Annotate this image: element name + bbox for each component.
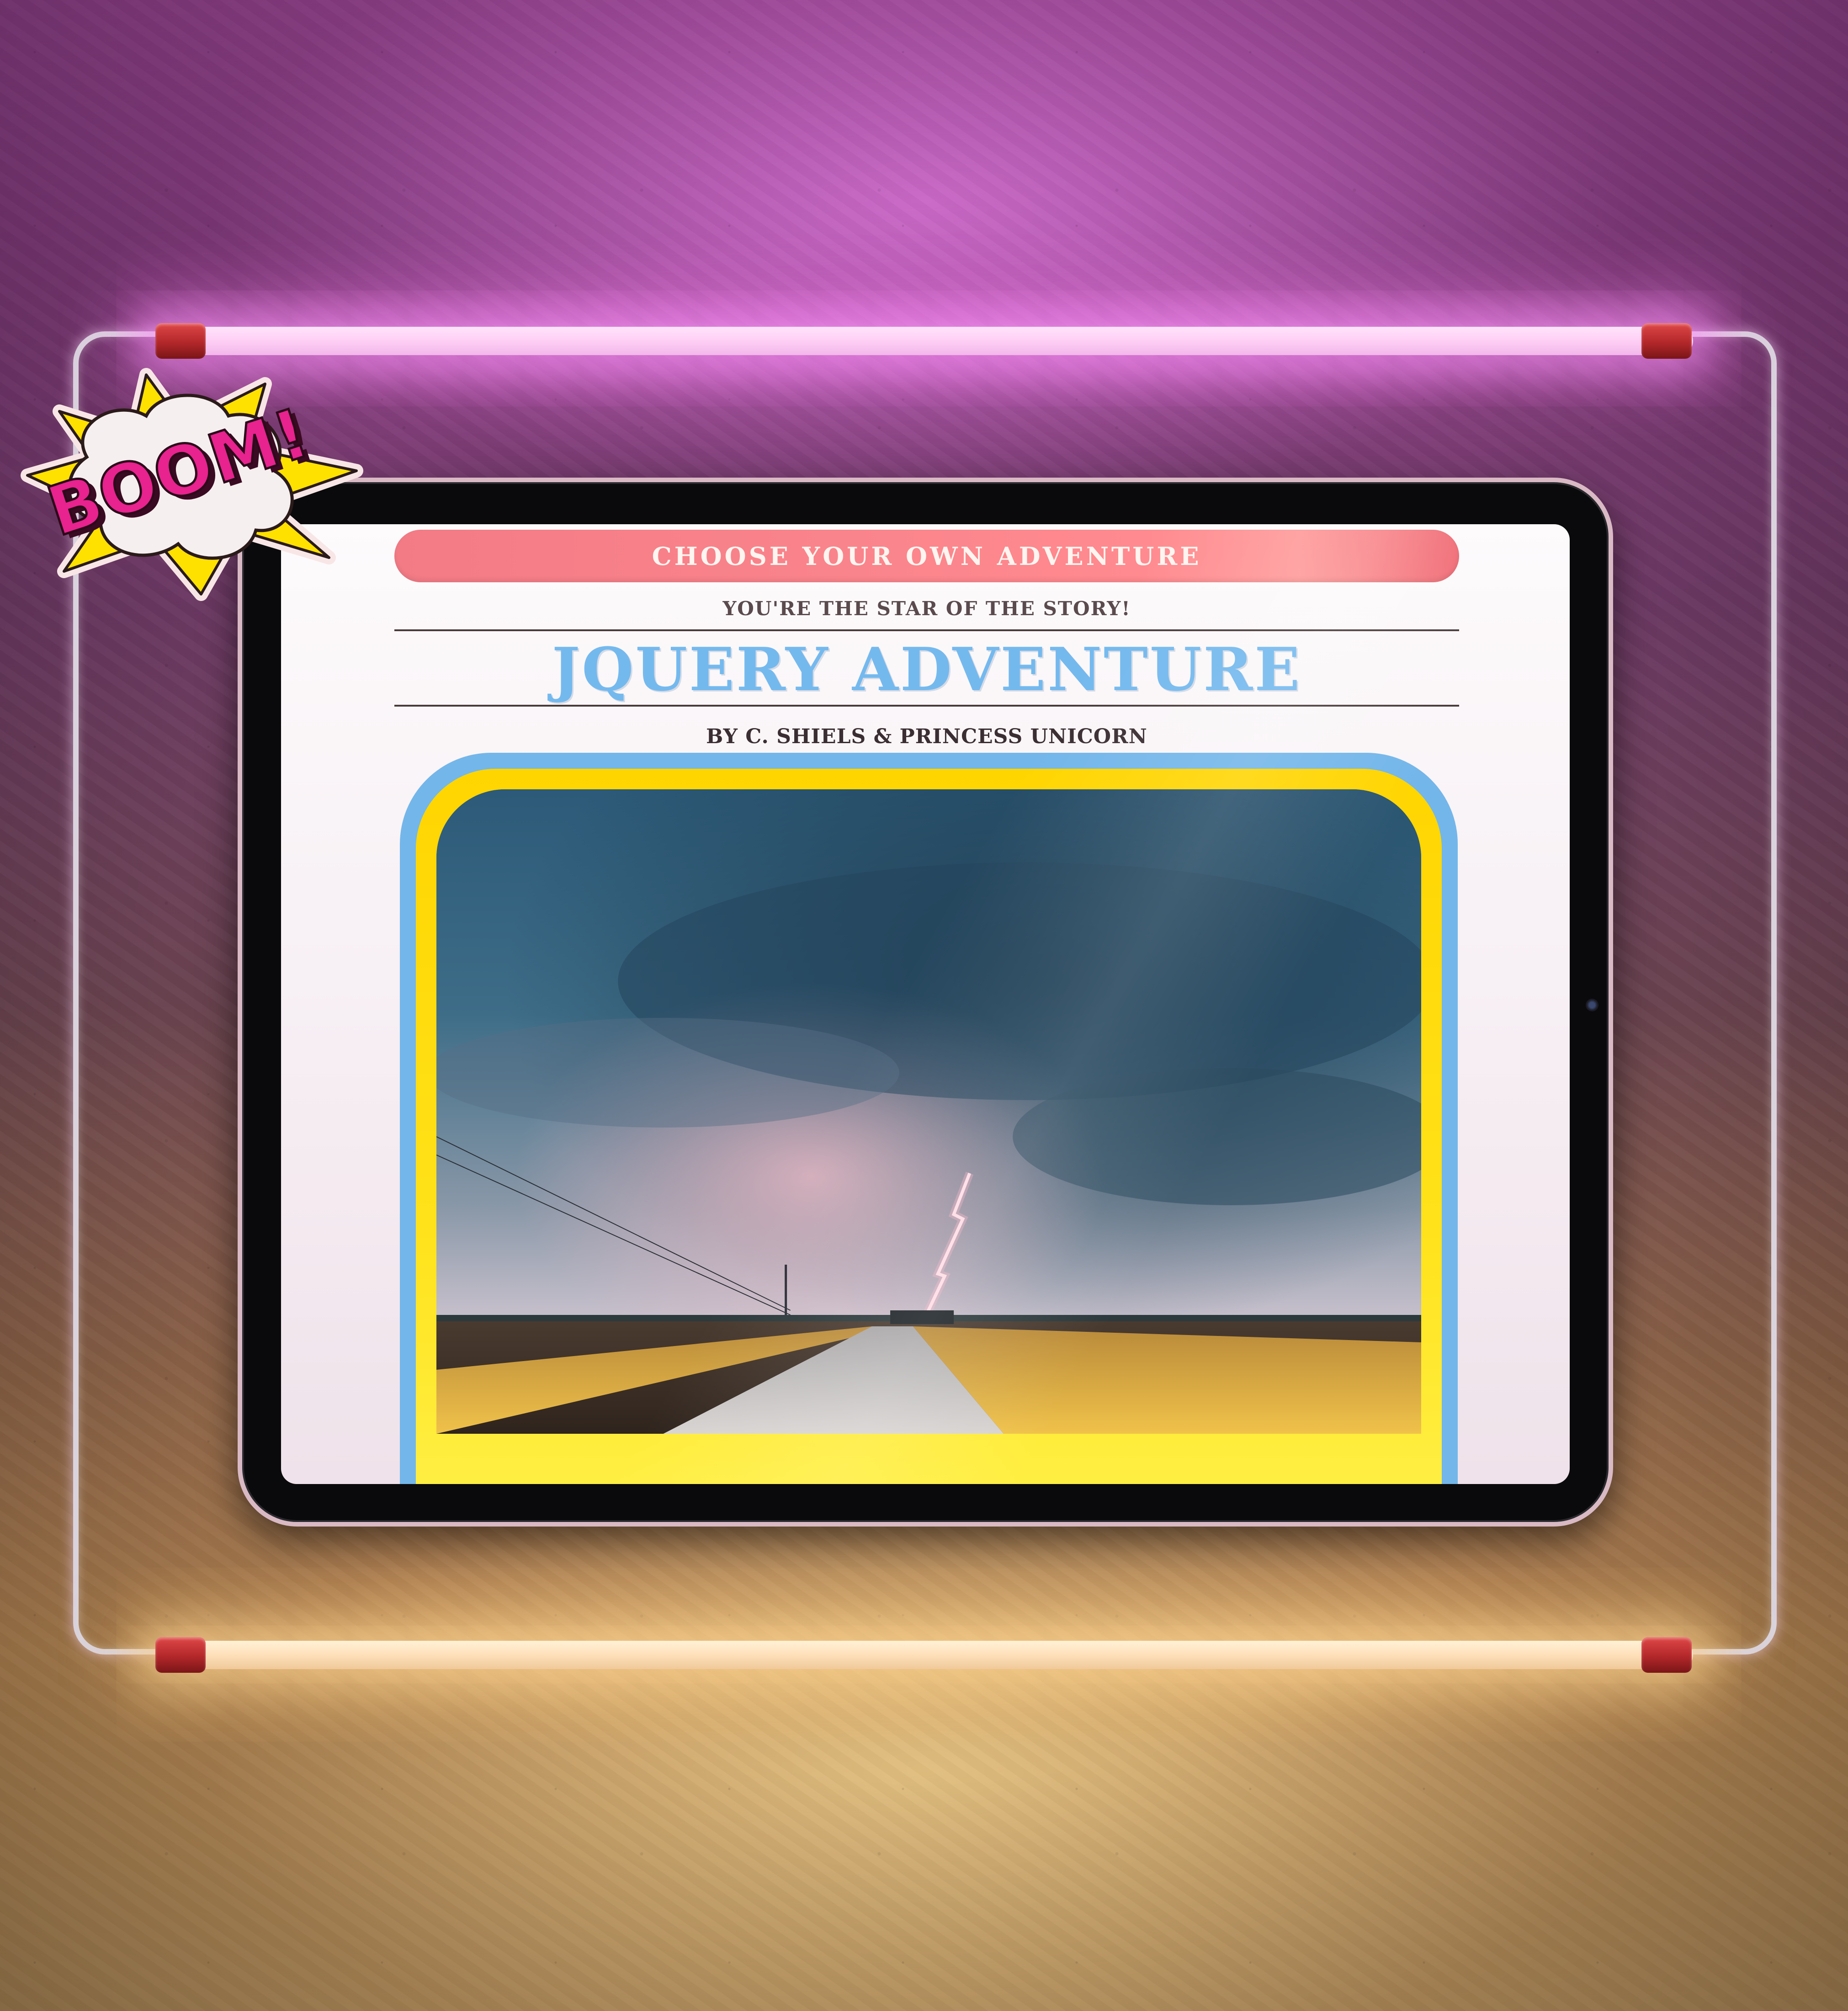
tube-cap-bottom-left	[155, 1637, 206, 1673]
tablet-device: CHOOSE YOUR OWN ADVENTURE YOU'RE THE STA…	[238, 478, 1613, 1527]
cover-art-inner-border	[416, 769, 1442, 1484]
tube-cap-bottom-right	[1641, 1637, 1692, 1673]
cover-art-frame	[400, 753, 1458, 1484]
author-byline: BY C. SHIELS & PRINCESS UNICORN	[706, 725, 1147, 748]
front-camera-icon	[1586, 999, 1598, 1011]
series-banner-text: CHOOSE YOUR OWN ADVENTURE	[652, 541, 1202, 571]
series-banner: CHOOSE YOUR OWN ADVENTURE	[394, 530, 1459, 582]
boom-burst-icon: BOOM! BOOM!	[21, 368, 363, 601]
tube-cap-top-left	[155, 323, 206, 359]
tablet-screen: CHOOSE YOUR OWN ADVENTURE YOU'RE THE STA…	[281, 524, 1570, 1484]
divider-top	[394, 629, 1459, 631]
neon-tube-bottom	[155, 1641, 1693, 1669]
page-title: JQUERY ADVENTURE	[552, 634, 1302, 704]
divider-bottom	[394, 705, 1459, 707]
storm-scene-illustration	[436, 789, 1421, 1434]
storm-road-photo	[436, 789, 1421, 1434]
tube-cap-top-right	[1641, 323, 1692, 359]
neon-tube-top	[155, 327, 1693, 355]
tagline: YOU'RE THE STAR OF THE STORY!	[722, 597, 1131, 620]
